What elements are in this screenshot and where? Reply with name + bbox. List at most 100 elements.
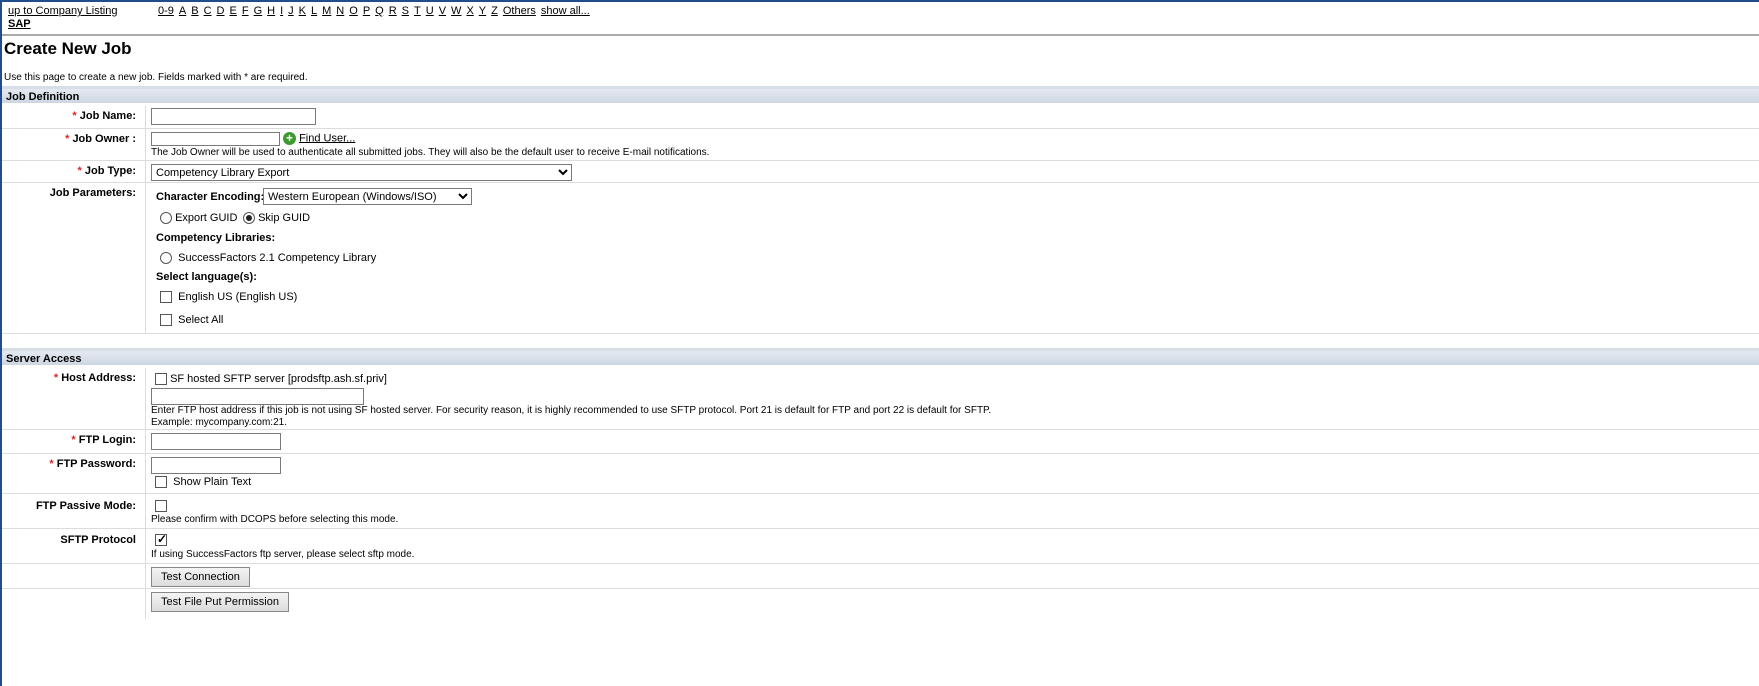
job-name-input[interactable]	[151, 108, 316, 125]
library-option[interactable]: SuccessFactors 2.1 Competency Library	[160, 252, 377, 265]
top-navigation: up to Company Listing SAP 0-9 A B C D E F G H I J K…	[8, 3, 1758, 31]
row-job-owner: * Job Owner : + Find User... The Job Own…	[2, 129, 1759, 161]
alpha-link-x[interactable]: X	[466, 5, 473, 17]
page-title: Create New Job	[4, 39, 132, 58]
row-ftp-passive: FTP Passive Mode: Please confirm with DC…	[2, 494, 1759, 529]
show-plain-text-checkbox[interactable]	[155, 476, 167, 489]
test-connection-button[interactable]: Test Connection	[151, 567, 250, 587]
alpha-link-i[interactable]: I	[280, 5, 283, 17]
alpha-link-y[interactable]: Y	[479, 5, 486, 17]
alpha-link-d[interactable]: D	[217, 5, 225, 17]
export-guid-radio[interactable]	[160, 212, 172, 225]
test-put-label-cell	[2, 589, 146, 619]
find-user-link[interactable]: Find User...	[299, 132, 355, 144]
required-marker: *	[72, 110, 77, 122]
show-plain-text-label: Show Plain Text	[173, 476, 252, 488]
row-ftp-login: * FTP Login:	[2, 430, 1759, 454]
alpha-link-g[interactable]: G	[254, 5, 263, 17]
ftp-passive-label: FTP Passive Mode:	[2, 494, 146, 528]
section-server-access: Server Access	[2, 348, 1759, 365]
host-address-input[interactable]	[151, 388, 364, 405]
language-option[interactable]: English US (English US)	[160, 291, 297, 304]
sftp-protocol-help: If using SuccessFactors ftp server, plea…	[151, 549, 415, 560]
skip-guid-label: Skip GUID	[258, 212, 311, 224]
host-address-label: * Host Address:	[2, 368, 146, 429]
character-encoding-select[interactable]: Western European (Windows/ISO)	[263, 188, 472, 205]
alpha-link-q[interactable]: Q	[375, 5, 384, 17]
row-test-connection: Test Connection	[2, 564, 1759, 589]
alpha-link-v[interactable]: V	[439, 5, 446, 17]
alpha-link-b[interactable]: B	[191, 5, 198, 17]
alpha-link-c[interactable]: C	[204, 5, 212, 17]
skip-guid-radio[interactable]	[243, 212, 255, 225]
ftp-login-input[interactable]	[151, 433, 281, 450]
select-all-option[interactable]: Select All	[160, 314, 224, 327]
ftp-password-input[interactable]	[151, 457, 281, 474]
alpha-link-a[interactable]: A	[179, 5, 186, 17]
select-languages-label: Select language(s):	[156, 271, 257, 283]
sf-hosted-label: SF hosted SFTP server [prodsftp.ash.sf.p…	[170, 373, 387, 385]
alpha-link-others[interactable]: Others	[503, 5, 536, 17]
show-plain-text-option[interactable]: Show Plain Text	[155, 476, 252, 489]
alpha-link-u[interactable]: U	[426, 5, 434, 17]
skip-guid-option[interactable]: Skip GUID	[243, 212, 311, 225]
alpha-link-f[interactable]: F	[242, 5, 249, 17]
alpha-link-w[interactable]: W	[451, 5, 461, 17]
host-address-example: Example: mycompany.com:21.	[151, 417, 287, 428]
alpha-link-l[interactable]: L	[311, 5, 317, 17]
required-marker: *	[77, 165, 82, 177]
job-type-select[interactable]: Competency Library Export	[151, 164, 572, 181]
row-sftp-protocol: SFTP Protocol If using SuccessFactors ft…	[2, 529, 1759, 564]
job-name-label: * Job Name:	[2, 106, 146, 128]
test-file-put-permission-button[interactable]: Test File Put Permission	[151, 592, 289, 612]
job-name-label-text: Job Name:	[79, 110, 136, 122]
required-marker: *	[49, 458, 54, 470]
library-option-label: SuccessFactors 2.1 Competency Library	[178, 252, 377, 264]
up-to-company-listing-link[interactable]: up to Company Listing	[8, 5, 117, 17]
alpha-link-o[interactable]: O	[349, 5, 358, 17]
language-checkbox[interactable]	[160, 291, 172, 304]
alpha-link-k[interactable]: K	[299, 5, 306, 17]
alpha-link-09[interactable]: 0-9	[158, 5, 174, 17]
alpha-link-n[interactable]: N	[336, 5, 344, 17]
ftp-password-label: * FTP Password:	[2, 454, 146, 493]
required-marker: *	[53, 372, 59, 384]
alpha-link-m[interactable]: M	[322, 5, 331, 17]
job-owner-input[interactable]	[151, 132, 280, 146]
host-address-help: Enter FTP host address if this job is no…	[151, 405, 992, 416]
select-all-checkbox[interactable]	[160, 314, 172, 327]
top-divider	[2, 34, 1759, 36]
competency-libraries-label: Competency Libraries:	[156, 232, 276, 244]
sftp-protocol-checkbox[interactable]	[155, 532, 167, 546]
host-address-label-text: Host Address:	[61, 372, 136, 384]
row-test-put: Test File Put Permission	[2, 589, 1759, 619]
company-name-link[interactable]: SAP	[8, 18, 31, 30]
alpha-link-j[interactable]: J	[288, 5, 294, 17]
alphabet-index: 0-9 A B C D E F G H I J K L M N O P Q R S T U V W X Y Z Others show …	[158, 5, 595, 17]
sf-hosted-checkbox[interactable]	[155, 373, 167, 386]
alpha-link-showall[interactable]: show all...	[541, 5, 590, 17]
row-job-name: * Job Name:	[2, 106, 1759, 129]
ftp-passive-checkbox[interactable]	[155, 500, 167, 512]
find-user-button[interactable]: + Find User...	[283, 132, 355, 145]
sf-hosted-option[interactable]: SF hosted SFTP server [prodsftp.ash.sf.p…	[155, 373, 387, 386]
alpha-link-e[interactable]: E	[230, 5, 237, 17]
character-encoding-label: Character Encoding:	[156, 191, 265, 203]
select-all-label: Select All	[178, 314, 224, 326]
row-job-parameters: Job Parameters: Character Encoding: West…	[2, 183, 1759, 334]
alpha-link-z[interactable]: Z	[491, 5, 498, 17]
row-host-address: * Host Address: SF hosted SFTP server [p…	[2, 368, 1759, 430]
export-guid-option[interactable]: Export GUID	[160, 212, 237, 225]
job-owner-label-text: Job Owner :	[72, 133, 136, 145]
alpha-link-h[interactable]: H	[267, 5, 275, 17]
row-ftp-password: * FTP Password: Show Plain Text	[2, 454, 1759, 494]
alpha-link-t[interactable]: T	[414, 5, 421, 17]
alpha-link-r[interactable]: R	[389, 5, 397, 17]
alpha-link-p[interactable]: P	[363, 5, 370, 17]
ftp-login-label: * FTP Login:	[2, 430, 146, 453]
library-radio[interactable]	[160, 252, 172, 265]
alpha-link-s[interactable]: S	[402, 5, 409, 17]
page-intro: Use this page to create a new job. Field…	[4, 72, 308, 83]
ftp-password-label-text: FTP Password:	[56, 458, 136, 470]
sftp-protocol-label: SFTP Protocol	[2, 529, 146, 563]
